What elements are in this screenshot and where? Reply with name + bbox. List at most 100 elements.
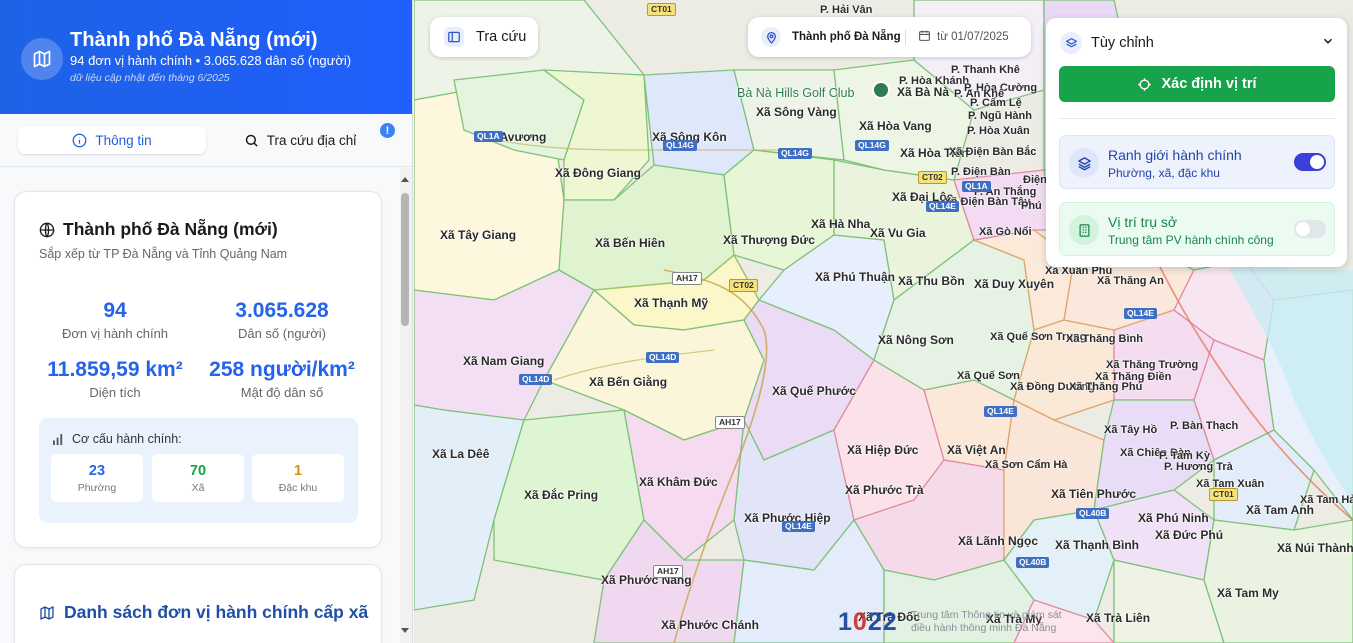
map-label: Xã Thạnh Bình [1055, 538, 1139, 552]
divider [1059, 118, 1335, 119]
card-title-text: Thành phố Đà Nẵng (mới) [63, 219, 278, 239]
map-label: Xã Thượng Đức [723, 233, 815, 247]
road-shield: CT01 [647, 3, 676, 16]
map-label: Xã Tam Hải [1300, 494, 1353, 506]
scroll-up-arrow-icon[interactable] [401, 177, 409, 182]
map-label: Xã Điện Bàn Bắc [949, 146, 1037, 158]
map-label: Xã Khâm Đức [639, 475, 718, 489]
divider [905, 29, 906, 45]
admin-boundaries-toggle[interactable] [1294, 153, 1326, 171]
chevron-down-icon[interactable] [1321, 34, 1335, 52]
tab-address-search[interactable]: Tra cứu địa chỉ [225, 126, 375, 154]
admin-structure-title: Cơ cấu hành chính: [53, 432, 182, 446]
stat-label: Diện tích [89, 385, 141, 400]
office-locations-toggle[interactable] [1294, 220, 1326, 238]
logo-1022-digit-1: 1 [838, 608, 853, 636]
golf-icon[interactable] [872, 81, 890, 99]
map-label: P. Thanh Khê [951, 64, 1020, 76]
commune-list-title-text: Danh sách đơn vị hành chính cấp xã [64, 602, 369, 622]
attribution-line: Trung tâm Thông tin và giám sát [911, 609, 1062, 621]
map-label: Xã Thăng An [1097, 275, 1164, 287]
map-label: Xã Đức Phú [1155, 528, 1224, 542]
tab-info[interactable]: Thông tin [18, 126, 206, 154]
book-map-icon [40, 605, 54, 620]
road-shield: CT01 [1209, 488, 1238, 501]
toggle-knob [1296, 222, 1310, 236]
map-label: P. Điện Bàn [951, 166, 1011, 178]
map-label: Xã Vu Gia [870, 226, 926, 240]
structure-wards: 23 Phường [51, 454, 143, 502]
structure-label: Đặc khu [278, 482, 318, 494]
map-label: Xã Thạnh Mỹ [634, 296, 709, 310]
structure-special-zones: 1 Đặc khu [252, 454, 344, 502]
map-label: Xã Phước Chánh [661, 618, 759, 632]
logo-1022-digit-0: 0 [852, 608, 868, 636]
logo-1022: 1022 [838, 608, 898, 637]
map-label: Xã Tiên Phước [1051, 487, 1137, 501]
city-info-card: Thành phố Đà Nẵng (mới) Sắp xếp từ TP Đà… [14, 191, 382, 548]
map-label: Xã Thu Bồn [898, 274, 965, 288]
road-shield: AH17 [715, 416, 745, 429]
map-label: Xã Bến Hiên [595, 236, 666, 250]
structure-value: 1 [293, 463, 303, 479]
road-shield: QL40B [1016, 557, 1050, 568]
admin-structure: Cơ cấu hành chính: 23 Phường 70 Xã 1 Đặc… [39, 418, 358, 523]
golf-club-poi[interactable]: Bà Nà Hills Golf Club [737, 86, 854, 100]
map-label: Xã Nông Sơn [878, 333, 954, 347]
map-icon [21, 38, 63, 80]
map-label: Điện [1023, 174, 1047, 186]
stat-value: 3.065.628 [235, 299, 329, 322]
attribution-line: điều hành thông minh Đà Nẵng [911, 622, 1057, 634]
search-panel-button[interactable]: Tra cứu [430, 17, 538, 57]
map-label: P. Hòa Khánh [899, 75, 970, 87]
building-icon [1069, 215, 1099, 245]
stat-value: 94 [103, 299, 127, 322]
city-title: Thành phố Đà Nẵng (mới) [70, 29, 318, 51]
structure-value: 70 [189, 463, 207, 479]
map-attribution: Trung tâm Thông tin và giám sát điều hàn… [911, 609, 1062, 635]
info-icon [72, 133, 87, 147]
crosshair-icon [1138, 77, 1152, 91]
map-label: P. Hải Vân [820, 4, 873, 16]
stat-label: Mật độ dân số [240, 385, 324, 400]
map-label: Xã Hiệp Đức [847, 443, 919, 457]
map-label: Xã Sơn Cẩm Hà [985, 459, 1068, 471]
road-shield: QL14E [782, 521, 815, 532]
map-label: Xã Núi Thành [1277, 541, 1353, 555]
stat-population: 3.065.628 Dân số (người) [202, 299, 362, 341]
tab-address-search-label: Tra cứu địa chỉ [266, 132, 357, 148]
logo-1022-digits-22: 22 [867, 608, 898, 636]
sidebar-content[interactable]: Thành phố Đà Nẵng (mới) Sắp xếp từ TP Đà… [0, 168, 400, 643]
city-summary: 94 đơn vị hành chính • 3.065.628 dân số … [70, 53, 352, 68]
road-shield: AH17 [653, 565, 683, 578]
stat-value: 11.859,59 km² [47, 358, 183, 381]
option-title: Vị trí trụ sở [1108, 214, 1178, 230]
map-label: P. Hương Trà [1164, 461, 1233, 473]
road-shield: QL14D [646, 352, 680, 363]
scroll-down-arrow-icon[interactable] [401, 628, 409, 633]
layers-icon [1069, 148, 1099, 178]
location-date-pill[interactable]: Thành phố Đà Nẵng từ 01/07/2025 [748, 17, 1031, 57]
locate-me-button[interactable]: Xác định vị trí [1059, 66, 1335, 102]
road-shield: CT02 [918, 171, 947, 184]
customize-panel-header[interactable]: Tùy chỉnh [1060, 32, 1335, 54]
map-label: Xã Gò Nổi [979, 226, 1032, 238]
road-shield: QL14E [926, 201, 959, 212]
map-label: Xã Trà Liên [1086, 611, 1151, 625]
card-subtitle: Sắp xếp từ TP Đà Nẵng và Tỉnh Quảng Nam [39, 247, 288, 261]
road-shield: CT02 [729, 279, 758, 292]
option-title: Ranh giới hành chính [1108, 147, 1242, 163]
map-label: P. Hòa Xuân [967, 125, 1030, 137]
option-office-locations[interactable]: Vị trí trụ sở Trung tâm PV hành chính cô… [1059, 202, 1335, 256]
road-shield: QL14G [855, 140, 889, 151]
stat-admin-units: 94 Đơn vị hành chính [35, 299, 195, 341]
locate-me-label: Xác định vị trí [1161, 76, 1257, 92]
sidebar-header: Thành phố Đà Nẵng (mới) 94 đơn vị hành c… [0, 0, 412, 114]
option-subtitle: Trung tâm PV hành chính công [1108, 233, 1274, 247]
map-label: Xã Bà Nà [897, 85, 950, 99]
map-label: Xã Hòa Vang [859, 119, 932, 133]
map-label: Xã Bến Giằng [589, 375, 668, 389]
bar-chart-icon [53, 433, 63, 445]
option-admin-boundaries[interactable]: Ranh giới hành chính Phường, xã, đặc khu [1059, 135, 1335, 189]
scroll-thumb[interactable] [401, 193, 409, 326]
